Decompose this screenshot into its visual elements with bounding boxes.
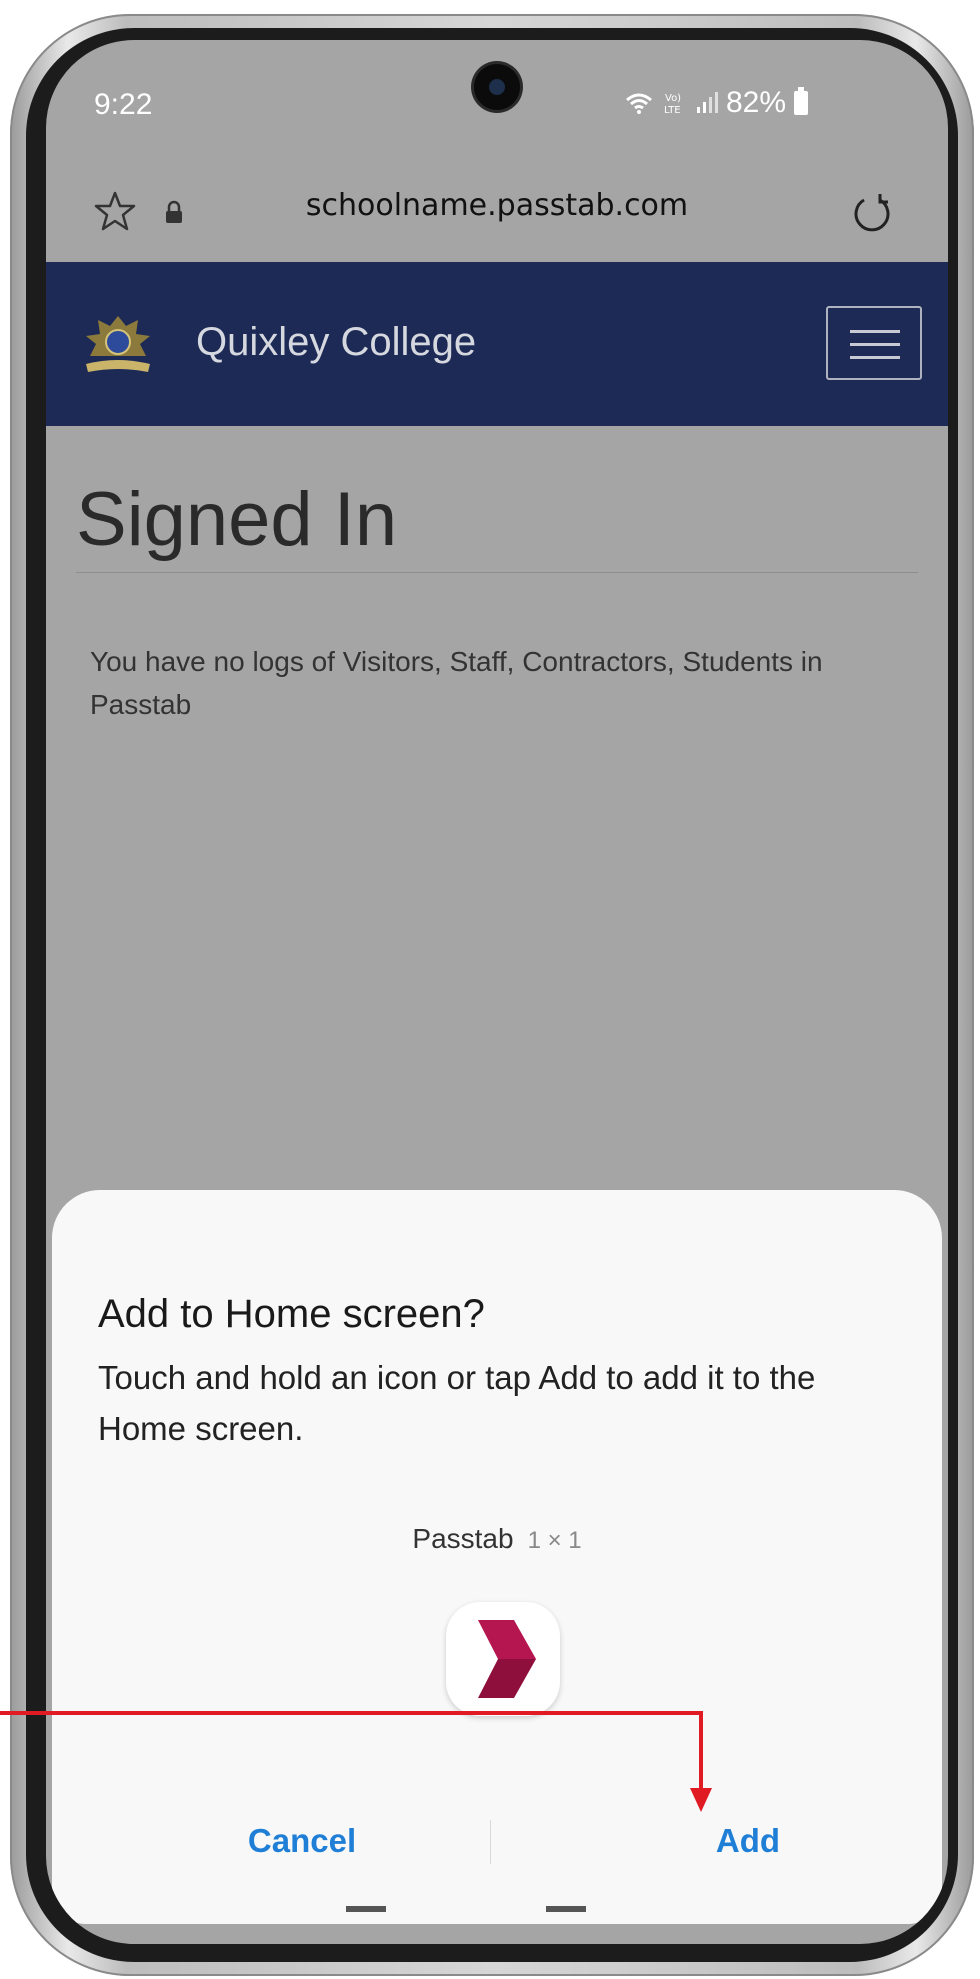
dialog-body: Touch and hold an icon or tap Add to add…: [98, 1359, 816, 1447]
svg-text:Vo): Vo): [665, 93, 681, 104]
crest-icon: [86, 316, 150, 372]
battery-icon: [794, 87, 808, 115]
menu-bar: [850, 343, 900, 346]
site-title[interactable]: Quixley College: [196, 320, 476, 365]
wifi-icon: [625, 93, 652, 114]
status-icons: Vo) LTE 82%: [624, 86, 808, 120]
svg-text:LTE: LTE: [664, 105, 681, 116]
passtab-app-icon[interactable]: [446, 1602, 560, 1716]
cancel-button[interactable]: Cancel: [152, 1822, 452, 1860]
app-name: Passtab: [412, 1523, 514, 1554]
add-to-home-dialog: Add to Home screen? Touch and hold an ic…: [52, 1190, 942, 1924]
menu-bar: [850, 330, 900, 333]
status-bar: 9:22 Vo) LTE 82%: [46, 40, 948, 160]
title-divider: [76, 572, 918, 573]
dialog-title: Add to Home screen?: [98, 1292, 485, 1336]
nav-bar-hint: [346, 1906, 586, 1912]
phone-screen: 9:22 Vo) LTE 82% schoolname.passtab.com …: [46, 40, 948, 1944]
reload-icon[interactable]: [850, 190, 894, 234]
status-time: 9:22: [94, 88, 153, 121]
button-divider: [490, 1820, 491, 1864]
signal-icon: [696, 92, 718, 113]
volte-lte-icon: Vo) LTE: [664, 93, 681, 116]
site-header: Quixley College: [46, 262, 948, 426]
battery-percentage: 82%: [725, 86, 786, 119]
menu-bar: [850, 356, 900, 359]
hamburger-menu-button[interactable]: [826, 306, 922, 380]
page-message: You have no logs of Visitors, Staff, Con…: [90, 646, 823, 720]
passtab-chevron-icon: [478, 1620, 536, 1698]
front-camera: [474, 64, 520, 110]
app-label-row: Passtab 1 × 1: [52, 1523, 942, 1555]
url-text[interactable]: schoolname.passtab.com: [46, 188, 948, 223]
add-button[interactable]: Add: [598, 1822, 898, 1860]
page-title: Signed In: [76, 477, 398, 562]
app-size: 1 × 1: [527, 1527, 582, 1554]
